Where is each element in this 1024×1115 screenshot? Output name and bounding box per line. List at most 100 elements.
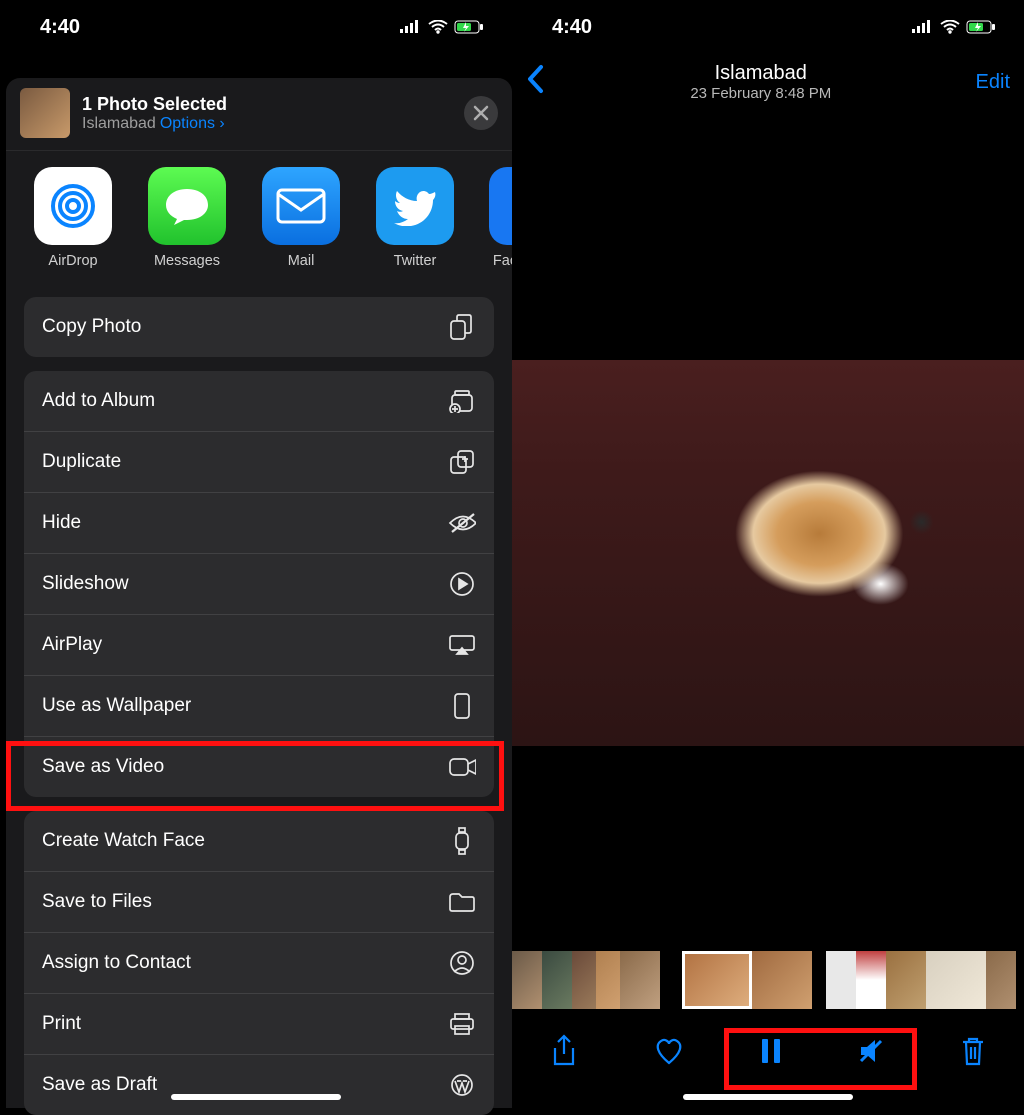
pause-button[interactable] [760,1037,782,1065]
status-bar: 4:40 [0,0,512,54]
thumb-item[interactable] [886,951,926,1009]
action-hide[interactable]: Hide [24,493,494,554]
share-sheet-header: 1 Photo Selected IslamabadOptions › [6,78,512,151]
print-icon [448,1010,476,1038]
thumb-item[interactable] [856,951,886,1009]
thumb-item[interactable] [512,951,542,1009]
phone-photo-detail: 4:40 Islamabad 23 February 8:48 PM Edit [512,0,1024,1108]
thumb-item[interactable] [926,951,986,1009]
action-label: Save to Files [42,891,152,913]
status-icons [912,20,996,35]
video-icon [448,753,476,781]
signal-icon [400,20,422,34]
thumb-item[interactable] [596,951,620,1009]
folder-icon [448,888,476,916]
action-label: Add to Album [42,390,155,412]
battery-icon [966,20,996,35]
share-airdrop[interactable]: AirDrop [34,167,112,269]
share-apps-row[interactable]: AirDrop Messages Mail Twitter [6,151,512,283]
facebook-icon [489,167,512,245]
action-label: Use as Wallpaper [42,695,191,717]
phone-share-sheet: 4:40 1 Photo Selected IslamabadOptions ›… [0,0,512,1108]
airplay-icon [448,631,476,659]
twitter-icon [376,167,454,245]
action-label: Print [42,1013,81,1035]
share-facebook[interactable]: Fac [490,167,512,269]
share-messages[interactable]: Messages [148,167,226,269]
trash-icon [960,1035,986,1067]
phone-icon [448,692,476,720]
status-icons [400,20,484,35]
nav-subtitle: 23 February 8:48 PM [690,85,831,103]
action-add-to-album[interactable]: Add to Album [24,371,494,432]
action-group-main: Add to Album Duplicate Hide Slideshow Ai… [24,371,494,797]
action-label: Copy Photo [42,316,141,338]
home-indicator[interactable] [171,1094,341,1100]
options-link[interactable]: Options › [160,115,225,132]
share-icon [550,1034,578,1068]
action-save-as-video[interactable]: Save as Video [24,737,494,797]
mute-button[interactable] [857,1037,885,1065]
photo-viewer[interactable] [512,360,1024,746]
action-label: Slideshow [42,573,129,595]
action-group-copy: Copy Photo [24,297,494,357]
nav-title-block: Islamabad 23 February 8:48 PM [690,61,831,103]
thumb-item[interactable] [986,951,1016,1009]
share-label: Mail [288,253,315,269]
delete-button[interactable] [960,1035,986,1067]
thumb-item[interactable] [542,951,572,1009]
status-time: 4:40 [40,16,80,39]
contact-icon [448,949,476,977]
favorite-button[interactable] [653,1036,685,1066]
action-assign-to-contact[interactable]: Assign to Contact [24,933,494,994]
messages-icon [148,167,226,245]
selection-subtitle: Islamabad [82,115,156,132]
action-list: Copy Photo Add to Album Duplicate Hide [6,297,512,1115]
mail-icon [262,167,340,245]
thumb-item[interactable] [620,951,660,1009]
action-label: Assign to Contact [42,952,191,974]
duplicate-icon [448,448,476,476]
share-button[interactable] [550,1034,578,1068]
close-button[interactable] [464,96,498,130]
action-copy-photo[interactable]: Copy Photo [24,297,494,357]
action-group-extra: Create Watch Face Save to Files Assign t… [24,811,494,1115]
airdrop-icon [34,167,112,245]
action-airplay[interactable]: AirPlay [24,615,494,676]
action-duplicate[interactable]: Duplicate [24,432,494,493]
action-label: Hide [42,512,81,534]
share-label: Messages [154,253,220,269]
share-twitter[interactable]: Twitter [376,167,454,269]
edit-button[interactable]: Edit [976,71,1010,94]
action-label: Save as Draft [42,1074,157,1096]
thumbnail-strip[interactable] [512,951,1024,1009]
action-save-as-draft[interactable]: Save as Draft [24,1055,494,1115]
thumb-item[interactable] [752,951,812,1009]
share-label: AirDrop [48,253,97,269]
action-print[interactable]: Print [24,994,494,1055]
pause-icon [760,1037,782,1065]
share-mail[interactable]: Mail [262,167,340,269]
nav-bar: Islamabad 23 February 8:48 PM Edit [512,54,1024,110]
back-button[interactable] [526,61,546,103]
action-use-as-wallpaper[interactable]: Use as Wallpaper [24,676,494,737]
action-label: AirPlay [42,634,102,656]
selection-thumbnail [20,88,70,138]
status-bar: 4:40 [512,0,1024,54]
action-create-watch-face[interactable]: Create Watch Face [24,811,494,872]
thumb-item-selected[interactable] [682,951,752,1009]
action-label: Create Watch Face [42,830,205,852]
heart-icon [653,1036,685,1066]
home-indicator[interactable] [683,1094,853,1100]
action-label: Save as Video [42,756,164,778]
thumb-item[interactable] [572,951,596,1009]
action-slideshow[interactable]: Slideshow [24,554,494,615]
share-label: Twitter [394,253,437,269]
action-label: Duplicate [42,451,121,473]
battery-icon [454,20,484,35]
chevron-left-icon [526,64,546,94]
share-label: Fac [493,253,512,269]
copy-icon [448,313,476,341]
action-save-to-files[interactable]: Save to Files [24,872,494,933]
thumb-item[interactable] [826,951,856,1009]
